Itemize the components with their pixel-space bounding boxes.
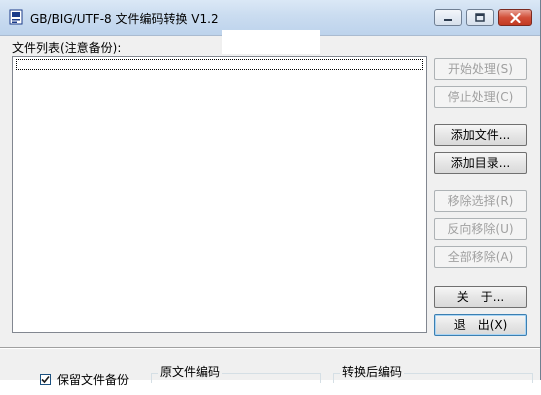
minimize-icon [444,18,452,21]
keep-backup-label: 保留文件备份 [57,373,130,387]
close-icon [509,12,521,23]
remove-inverse-button[interactable]: 反向移除(U) [434,218,527,240]
app-icon [9,9,23,25]
remove-selected-button[interactable]: 移除选择(R) [434,190,527,212]
keep-backup-checkbox[interactable]: 保留文件备份 [40,371,129,388]
app-window: GB/BIG/UTF-8 文件编码转换 V1.2 文件列表(注意备份): 开始处… [0,0,541,387]
exit-button[interactable]: 退 出(X) [434,314,527,336]
maximize-button[interactable] [466,9,494,26]
add-file-button[interactable]: 添加文件... [434,124,527,146]
blank-region [222,30,320,54]
checkmark-icon [41,375,50,384]
file-list-label: 文件列表(注意备份): [12,41,122,55]
file-listbox[interactable] [12,56,427,333]
add-directory-button[interactable]: 添加目录... [434,152,527,174]
close-button[interactable] [498,9,532,26]
window-title: GB/BIG/UTF-8 文件编码转换 V1.2 [30,12,219,26]
separator [0,347,540,349]
maximize-icon [475,13,485,22]
target-encoding-label: 转换后编码 [340,363,405,380]
start-button[interactable]: 开始处理(S) [434,58,527,80]
focus-rectangle [16,59,423,70]
source-encoding-label: 原文件编码 [158,363,223,380]
checkbox-box[interactable] [40,374,51,385]
stop-button[interactable]: 停止处理(C) [434,86,527,108]
about-button[interactable]: 关 于... [434,286,527,308]
minimize-button[interactable] [434,9,462,26]
remove-all-button[interactable]: 全部移除(A) [434,246,527,268]
